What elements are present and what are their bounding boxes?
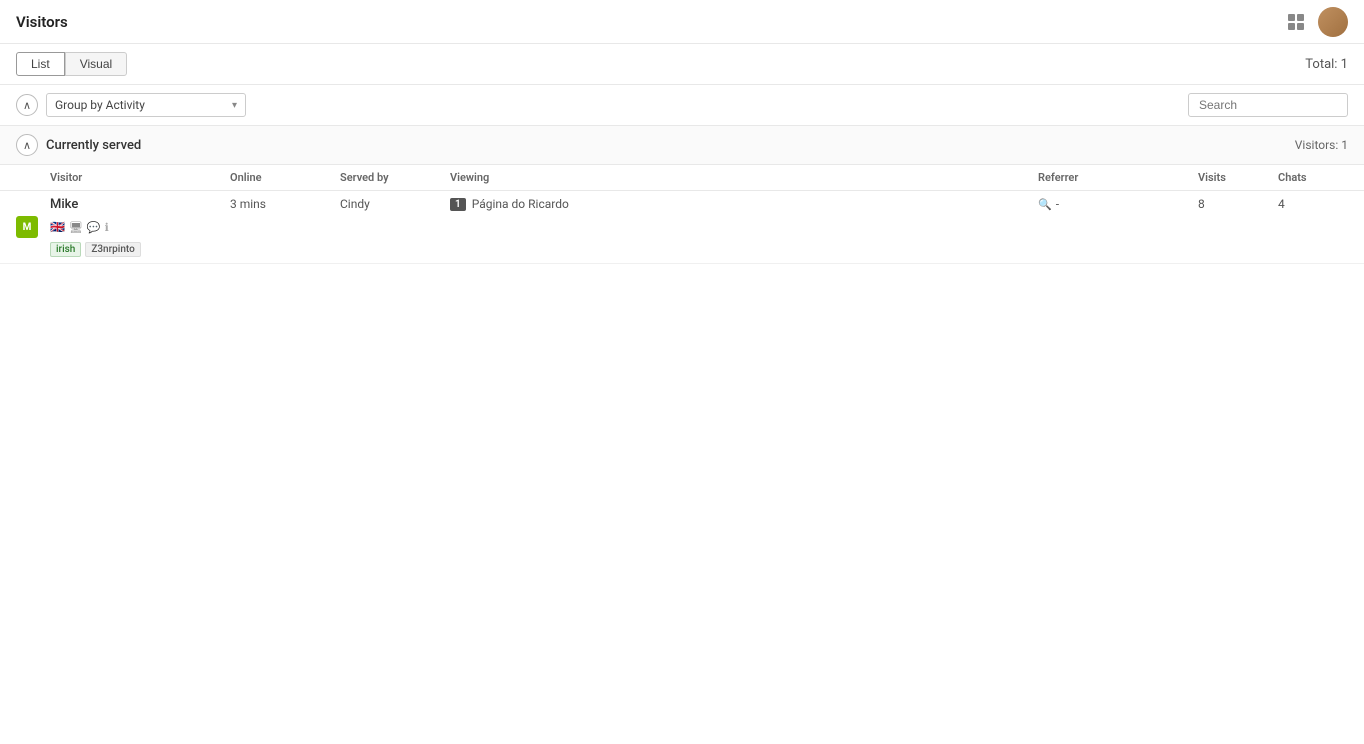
- table-header: Visitor Online Served by Viewing Referre…: [0, 165, 1364, 191]
- group-by-label: Group by Activity: [55, 98, 145, 112]
- section-collapse-icon: ∧: [23, 139, 31, 152]
- toolbar-left: List Visual: [16, 52, 127, 76]
- grid-view-icon[interactable]: [1284, 10, 1308, 34]
- tab-visual[interactable]: Visual: [65, 52, 127, 76]
- tab-list[interactable]: List: [16, 52, 65, 76]
- referrer-value: 🔍 -: [1038, 197, 1198, 211]
- section-header-left: ∧ Currently served: [16, 134, 141, 156]
- visitor-info: Mike 🇬🇧 🖥 💬 ℹ irish Z3nrpinto: [50, 197, 230, 257]
- view-tabs: List Visual: [16, 52, 127, 76]
- visitor-tags: irish Z3nrpinto: [50, 242, 141, 257]
- section-visitor-count: Visitors: 1: [1295, 138, 1348, 152]
- visits-value: 8: [1198, 197, 1278, 211]
- page-title: Visitors: [16, 13, 68, 31]
- search-wrapper: [1188, 93, 1348, 117]
- page-header: Visitors: [0, 0, 1364, 44]
- viewing-info: 1 Página do Ricardo: [450, 197, 1038, 211]
- referrer-text: -: [1056, 197, 1059, 211]
- visitor-flags-row: 🇬🇧 🖥 💬 ℹ: [50, 220, 109, 234]
- col-referrer: Referrer: [1038, 171, 1198, 184]
- visitor-name: Mike: [50, 197, 78, 212]
- visitor-name-row: Mike: [50, 197, 78, 212]
- toolbar: List Visual Total: 1: [0, 44, 1364, 85]
- chevron-down-icon: ▾: [232, 100, 237, 111]
- col-online: Online: [230, 171, 340, 184]
- collapse-icon: ∧: [23, 99, 31, 112]
- online-time: 3 mins: [230, 197, 340, 211]
- section-collapse-button[interactable]: ∧: [16, 134, 38, 156]
- desktop-icon: 🖥: [69, 221, 83, 234]
- flag-gb-icon: 🇬🇧: [50, 220, 65, 234]
- col-served-by: Served by: [340, 171, 450, 184]
- col-viewing: Viewing: [450, 171, 1038, 184]
- total-count: Total: 1: [1305, 57, 1348, 72]
- info-icon: ℹ: [105, 221, 109, 234]
- page-name: Página do Ricardo: [472, 197, 569, 211]
- filter-left: ∧ Group by Activity ▾: [16, 93, 246, 117]
- section-title: Currently served: [46, 138, 141, 153]
- user-avatar[interactable]: [1318, 7, 1348, 37]
- table-row[interactable]: M Mike 🇬🇧 🖥 💬 ℹ irish Z3nrpinto 3 mins C…: [0, 191, 1364, 264]
- mobile-icon: 💬: [87, 221, 101, 234]
- col-visits: Visits: [1198, 171, 1278, 184]
- row-grid: Mike 🇬🇧 🖥 💬 ℹ irish Z3nrpinto 3 mins Cin…: [50, 197, 1348, 257]
- section-header: ∧ Currently served Visitors: 1: [0, 126, 1364, 165]
- served-by-value: Cindy: [340, 197, 450, 211]
- group-by-select[interactable]: Group by Activity ▾: [46, 93, 246, 117]
- visitor-avatar: M: [16, 216, 38, 238]
- tag-irish: irish: [50, 242, 81, 257]
- filter-row: ∧ Group by Activity ▾: [0, 85, 1364, 126]
- tag-z3nrpinto: Z3nrpinto: [85, 242, 140, 257]
- chats-value: 4: [1278, 197, 1348, 211]
- collapse-button[interactable]: ∧: [16, 94, 38, 116]
- search-input[interactable]: [1188, 93, 1348, 117]
- visitor-avatar-col: M: [16, 216, 50, 238]
- referrer-search-icon: 🔍: [1038, 198, 1052, 211]
- col-chats: Chats: [1278, 171, 1348, 184]
- col-visitor: Visitor: [50, 171, 230, 184]
- page-number-badge: 1: [450, 198, 466, 211]
- header-actions: [1284, 7, 1348, 37]
